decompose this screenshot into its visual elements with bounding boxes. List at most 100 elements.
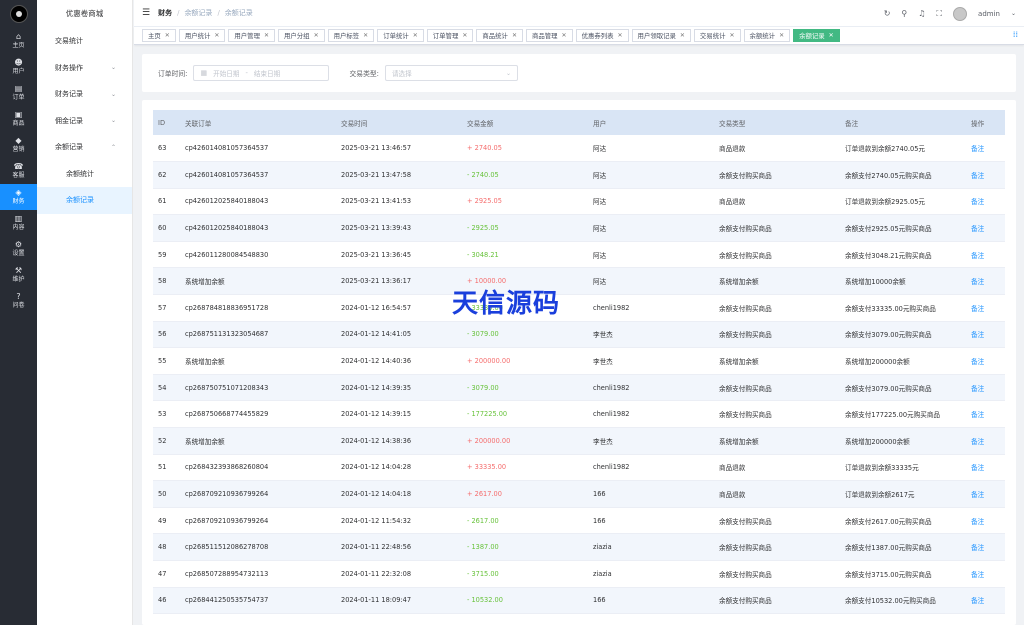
submenu-item[interactable]: 佣金记录 ⌄ <box>37 108 132 135</box>
fullscreen-icon[interactable]: ⛶ <box>936 9 942 19</box>
cell-type: 余额支付购买商品 <box>714 214 840 242</box>
tab-tag[interactable]: 用户领取记录 ✕ <box>631 29 691 42</box>
breadcrumb-separator: / <box>177 9 180 17</box>
note-button[interactable]: 备注 <box>966 135 1005 163</box>
tab-tag[interactable]: 余额记录 ✕ <box>793 29 840 42</box>
note-button[interactable]: 备注 <box>966 214 1005 242</box>
submenu-child-item[interactable]: 余额统计 <box>37 161 132 188</box>
rail-item[interactable]: ⌂ 主页 <box>0 28 37 54</box>
close-icon[interactable]: ✕ <box>165 30 170 42</box>
note-button[interactable]: 备注 <box>966 347 1005 375</box>
cell-time: 2024-01-12 11:54:32 <box>336 507 462 535</box>
note-button[interactable]: 备注 <box>966 507 1005 535</box>
cell-note: 余额支付3079.00元购买商品 <box>840 321 966 349</box>
tab-tag[interactable]: 订单管理 ✕ <box>426 29 474 42</box>
close-icon[interactable]: ✕ <box>779 30 784 42</box>
cell-amount: + 2617.00 <box>462 480 588 508</box>
note-button[interactable]: 备注 <box>966 188 1005 216</box>
tab-tag[interactable]: 交易统计 ✕ <box>693 29 741 42</box>
tab-tag[interactable]: 订单统计 ✕ <box>377 29 424 42</box>
end-date-placeholder: 结束日期 <box>253 70 281 78</box>
close-icon[interactable]: ✕ <box>314 30 319 42</box>
close-icon[interactable]: ✕ <box>562 30 567 42</box>
table-row: 62 cp426014081057364537 2025-03-21 13:47:5… <box>153 161 1005 189</box>
note-button[interactable]: 备注 <box>966 427 1005 455</box>
rail-item[interactable]: ⚒ 维护 <box>0 262 37 288</box>
app-logo[interactable] <box>0 0 37 28</box>
tab-tag-label: 优惠券列表 <box>581 31 614 40</box>
tab-tag[interactable]: 商品统计 ✕ <box>476 29 523 42</box>
hamburger-icon[interactable]: ☰ <box>142 8 150 18</box>
rail-item[interactable]: ◈ 财务 <box>0 184 37 210</box>
note-button[interactable]: 备注 <box>966 587 1005 615</box>
rail-item[interactable]: ☎ 客服 <box>0 158 37 184</box>
tags-menu-icon[interactable]: ⁞⁞ <box>1013 30 1018 39</box>
username[interactable]: admin <box>978 10 1000 18</box>
date-range-picker[interactable]: ▦ 开始日期 - 结束日期 <box>193 65 330 81</box>
note-button[interactable]: 备注 <box>966 161 1005 189</box>
close-icon[interactable]: ✕ <box>363 30 368 42</box>
tab-tag[interactable]: 商品管理 ✕ <box>525 29 573 42</box>
note-button[interactable]: 备注 <box>966 560 1005 588</box>
bell-icon[interactable]: ♫ <box>918 9 925 18</box>
cell-time: 2024-01-11 22:32:08 <box>336 560 462 588</box>
note-button[interactable]: 备注 <box>966 533 1005 561</box>
cell-amount: - 10532.00 <box>462 587 588 615</box>
submenu-item[interactable]: 余额记录 ⌃ <box>37 134 132 161</box>
note-button[interactable]: 备注 <box>966 374 1005 402</box>
breadcrumb-item[interactable]: 财务 <box>158 8 172 18</box>
note-button[interactable]: 备注 <box>966 294 1005 322</box>
cell-amount: - 3048.21 <box>462 241 588 269</box>
submenu-item[interactable]: 交易统计 <box>37 28 132 55</box>
submenu-child-item[interactable]: 余额记录 <box>37 187 132 214</box>
cell-id: 46 <box>153 587 180 615</box>
close-icon[interactable]: ✕ <box>829 30 834 42</box>
cell-type: 余额支付购买商品 <box>714 560 840 588</box>
rail-item[interactable]: ⚙ 设置 <box>0 236 37 262</box>
note-button[interactable]: 备注 <box>966 454 1005 482</box>
tab-tag[interactable]: 主页 ✕ <box>142 29 176 42</box>
start-date-placeholder: 开始日期 <box>213 70 240 78</box>
note-button[interactable]: 备注 <box>966 480 1005 508</box>
type-select[interactable]: 请选择 ⌄ <box>384 65 518 81</box>
tab-tag[interactable]: 用户分组 ✕ <box>278 29 325 42</box>
submenu-item[interactable]: 财务操作 ⌄ <box>37 55 132 82</box>
rail-item[interactable]: ◆ 营销 <box>0 132 37 158</box>
cell-type: 余额支付购买商品 <box>714 374 840 402</box>
rail-item[interactable]: ☻ 用户 <box>0 54 37 80</box>
search-icon[interactable]: ⚲ <box>901 9 907 18</box>
close-icon[interactable]: ✕ <box>413 30 418 42</box>
cell-time: 2025-03-21 13:41:53 <box>336 188 462 216</box>
note-button[interactable]: 备注 <box>966 267 1005 296</box>
close-icon[interactable]: ✕ <box>680 30 685 42</box>
chevron-down-icon[interactable]: ⌄ <box>1011 10 1016 17</box>
tab-tag[interactable]: 用户统计 ✕ <box>178 29 226 42</box>
rail-item[interactable]: ? 问卷 <box>0 288 37 314</box>
cell-user: 阿达 <box>588 161 714 189</box>
tab-tag[interactable]: 用户标签 ✕ <box>327 29 375 42</box>
avatar[interactable] <box>953 6 968 21</box>
note-button[interactable]: 备注 <box>966 400 1005 429</box>
type-select-placeholder: 请选择 <box>391 70 412 78</box>
submenu-title: 优惠卷商城 <box>65 9 104 18</box>
close-icon[interactable]: ✕ <box>729 30 734 42</box>
rail-item[interactable]: ▥ 内容 <box>0 210 37 236</box>
close-icon[interactable]: ✕ <box>462 30 467 42</box>
rail-item[interactable]: ▤ 订单 <box>0 80 37 106</box>
note-button[interactable]: 备注 <box>966 321 1005 349</box>
tab-tag[interactable]: 优惠券列表 ✕ <box>575 29 629 42</box>
close-icon[interactable]: ✕ <box>618 30 623 42</box>
close-icon[interactable]: ✕ <box>512 30 517 42</box>
tab-tag[interactable]: 余额统计 ✕ <box>743 29 791 42</box>
cell-order: 系统增加余额 <box>180 347 336 375</box>
breadcrumb-item[interactable]: 余额记录 <box>184 8 212 18</box>
rail-item[interactable]: ▣ 商品 <box>0 106 37 132</box>
cell-user: 李世杰 <box>588 427 714 455</box>
close-icon[interactable]: ✕ <box>264 30 269 42</box>
tab-tag[interactable]: 用户管理 ✕ <box>228 29 275 42</box>
submenu-item[interactable]: 财务记录 ⌄ <box>37 81 132 108</box>
note-button[interactable]: 备注 <box>966 241 1005 269</box>
refresh-icon[interactable]: ↻ <box>884 9 891 18</box>
cell-time: 2025-03-21 13:36:45 <box>336 241 462 269</box>
close-icon[interactable]: ✕ <box>214 30 219 42</box>
